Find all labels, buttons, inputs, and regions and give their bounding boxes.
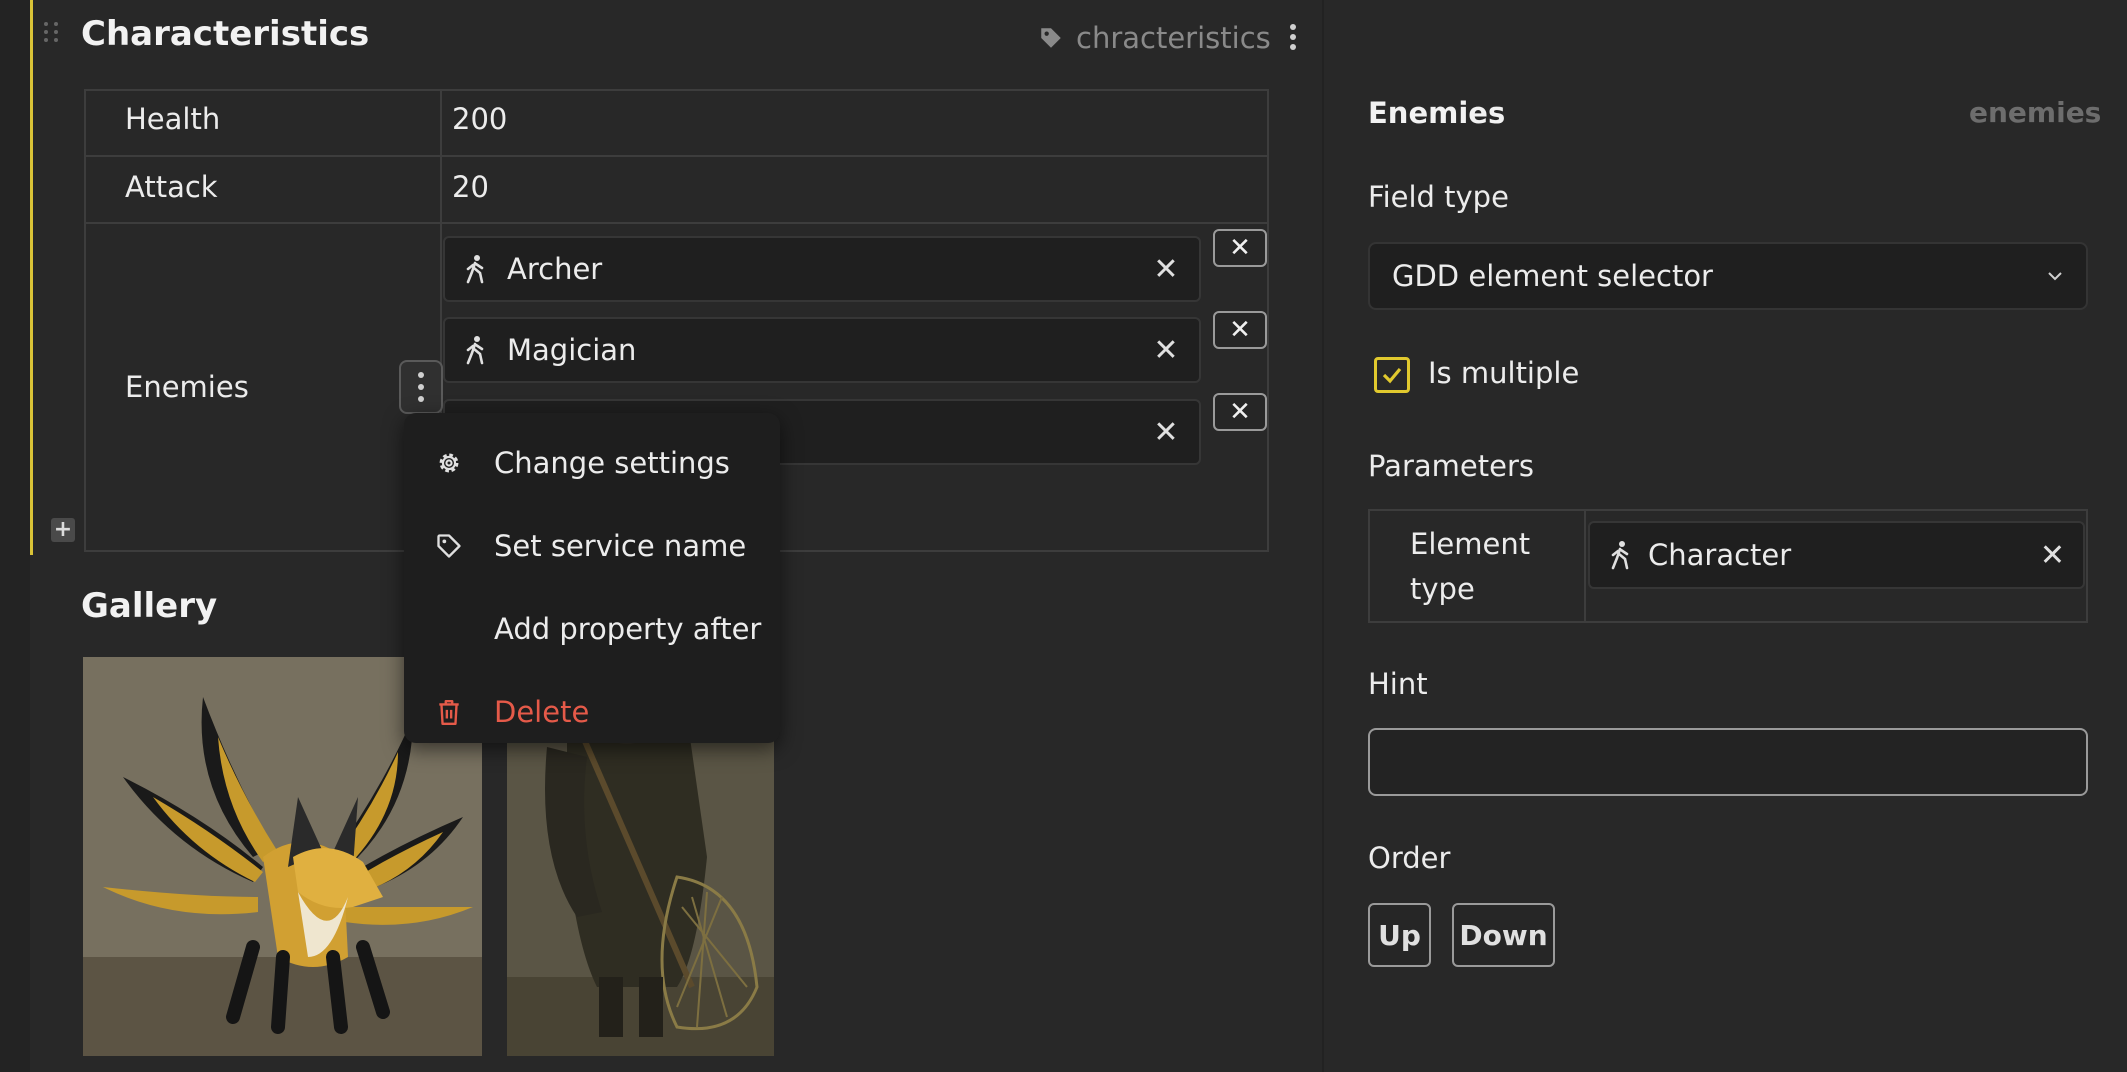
block-title: Characteristics xyxy=(81,14,370,54)
is-multiple-checkbox[interactable] xyxy=(1374,357,1410,393)
property-key-enemies: Enemies xyxy=(125,370,249,404)
trash-icon xyxy=(434,697,464,727)
parameters-label: Parameters xyxy=(1368,449,1534,483)
blank-icon xyxy=(434,614,464,644)
chevron-down-icon xyxy=(2048,272,2062,281)
enemy-chip-label: Archer xyxy=(507,252,603,286)
service-name-tag: chracteristics xyxy=(1038,18,1271,58)
hint-label: Hint xyxy=(1368,667,1428,701)
close-icon[interactable]: ✕ xyxy=(1151,252,1181,287)
active-block-indicator xyxy=(30,0,33,555)
remove-item-button[interactable]: ✕ xyxy=(1213,393,1267,431)
row-divider xyxy=(84,222,1269,224)
row-divider xyxy=(84,155,1269,157)
hint-input[interactable] xyxy=(1368,728,2088,796)
is-multiple-label[interactable]: Is multiple xyxy=(1428,356,1579,390)
menu-item-set-service-name[interactable]: Set service name xyxy=(434,516,746,576)
enemy-chip-label: Magician xyxy=(507,333,637,367)
property-key-health: Health xyxy=(125,102,221,136)
left-gutter xyxy=(0,0,30,1072)
close-icon[interactable]: ✕ xyxy=(1151,415,1181,450)
property-value-attack[interactable]: 20 xyxy=(452,170,489,204)
property-context-menu: Change settings Set service name Add pro… xyxy=(404,413,780,743)
kebab-icon xyxy=(415,368,427,406)
parameter-key: Element type xyxy=(1410,527,1531,606)
enemy-chip[interactable]: Magician ✕ xyxy=(443,317,1201,383)
menu-item-label: Change settings xyxy=(494,446,730,480)
menu-item-label: Set service name xyxy=(494,529,747,563)
tag-icon xyxy=(1041,28,1061,48)
block-menu-icon[interactable] xyxy=(1287,20,1299,54)
order-label: Order xyxy=(1368,841,1451,875)
walking-person-icon xyxy=(466,255,484,284)
service-name-text: chracteristics xyxy=(1076,21,1271,55)
close-icon[interactable]: ✕ xyxy=(1151,333,1181,368)
field-settings-title: Enemies xyxy=(1368,96,1506,130)
property-menu-button[interactable] xyxy=(399,360,443,414)
field-type-value: GDD element selector xyxy=(1392,259,1713,293)
column-divider xyxy=(1584,509,1586,623)
panel-divider xyxy=(1322,0,1324,1072)
order-down-button[interactable]: Down xyxy=(1452,903,1555,967)
enemy-chip[interactable]: Archer ✕ xyxy=(443,236,1201,302)
drag-handle-icon[interactable] xyxy=(44,22,64,46)
close-icon[interactable]: ✕ xyxy=(2040,538,2065,573)
remove-item-button[interactable]: ✕ xyxy=(1213,311,1267,349)
menu-item-label: Delete xyxy=(494,695,590,729)
field-service-name: enemies xyxy=(1969,96,2102,129)
remove-item-button[interactable]: ✕ xyxy=(1213,229,1267,267)
property-key-attack: Attack xyxy=(125,170,218,204)
field-type-select[interactable]: GDD element selector xyxy=(1368,242,2088,310)
menu-item-label: Add property after xyxy=(494,612,762,646)
gallery-title: Gallery xyxy=(81,586,218,626)
gear-icon xyxy=(434,448,464,478)
menu-item-delete[interactable]: Delete xyxy=(434,682,589,742)
parameter-chip-label: Character xyxy=(1648,538,1792,572)
parameter-chip[interactable]: Character ✕ xyxy=(1588,521,2085,589)
order-up-button[interactable]: Up xyxy=(1368,903,1431,967)
menu-item-change-settings[interactable]: Change settings xyxy=(434,433,730,493)
walking-person-icon xyxy=(1611,541,1629,570)
add-property-button[interactable]: + xyxy=(51,518,75,542)
menu-item-add-property-after[interactable]: Add property after xyxy=(434,599,761,659)
property-value-health[interactable]: 200 xyxy=(452,102,507,136)
field-type-label: Field type xyxy=(1368,180,1509,214)
checkmark-icon xyxy=(1382,367,1402,384)
walking-person-icon xyxy=(466,336,484,365)
tag-icon xyxy=(434,531,464,561)
